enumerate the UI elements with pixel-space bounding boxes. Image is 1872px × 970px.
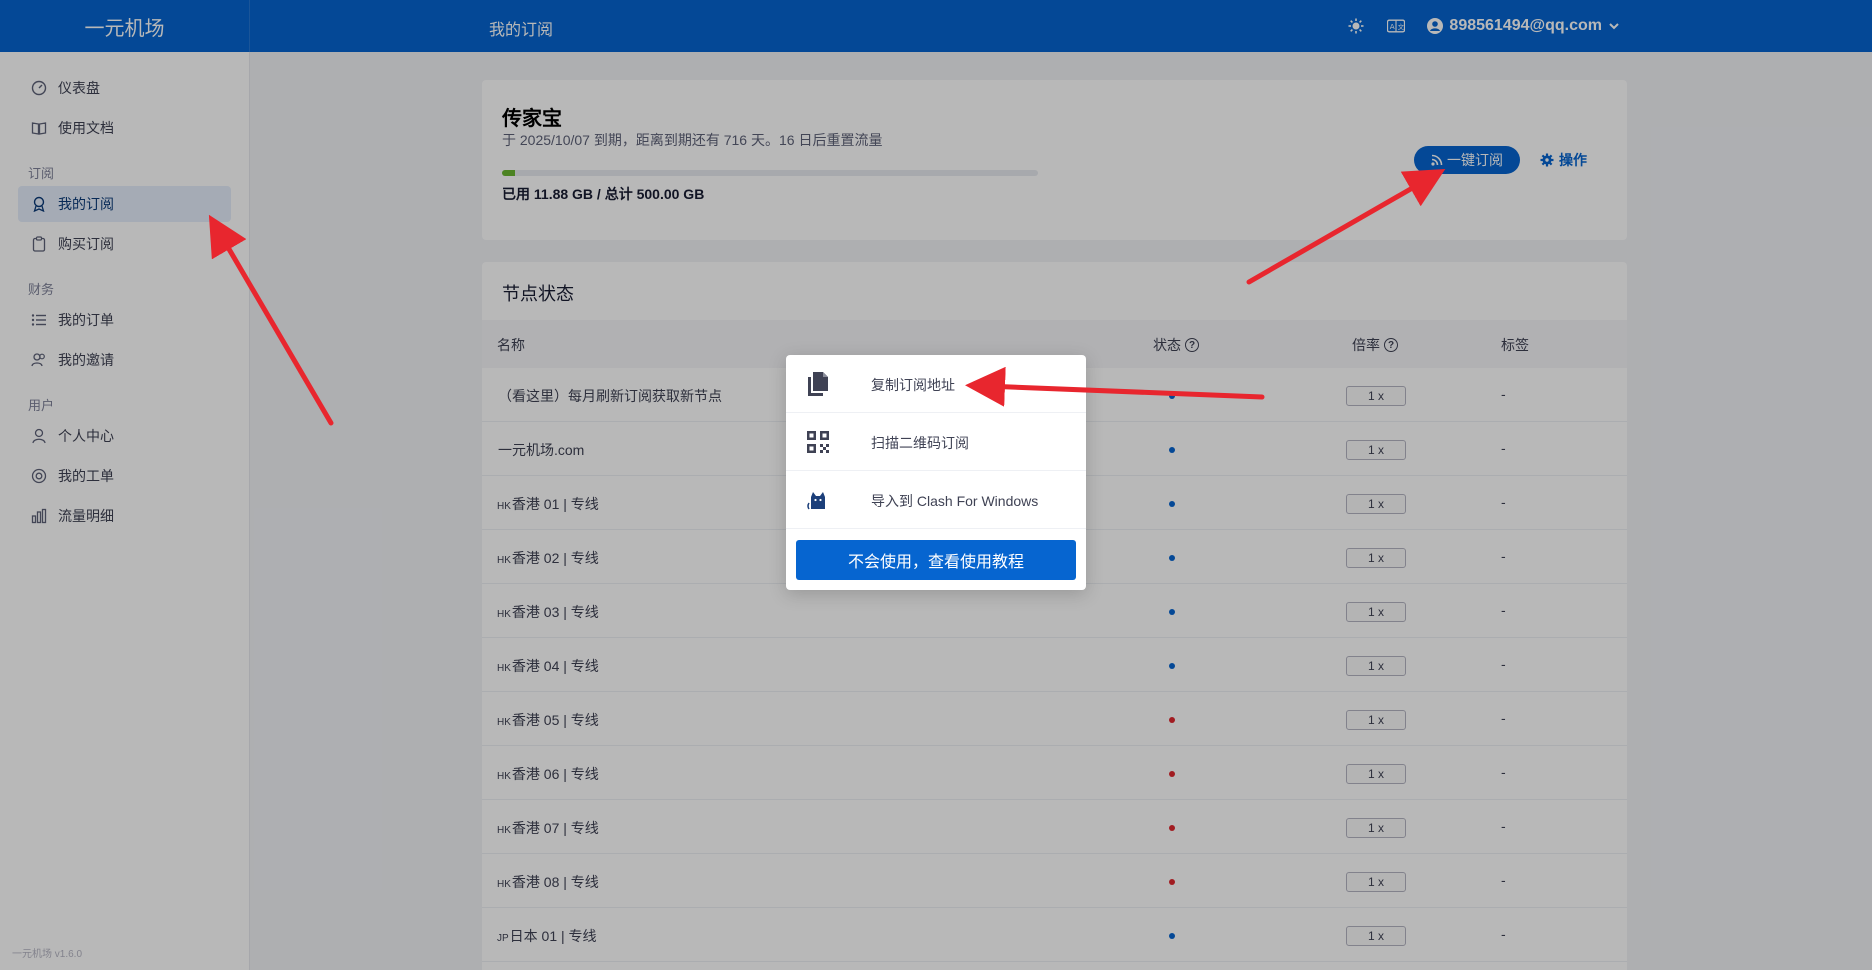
import-clash-item[interactable]: 导入到 Clash For Windows [786, 471, 1086, 529]
scan-qrcode-label: 扫描二维码订阅 [871, 435, 969, 451]
import-clash-label: 导入到 Clash For Windows [871, 493, 1039, 509]
clash-cat-icon [804, 486, 832, 514]
copy-icon [804, 370, 832, 398]
scan-qrcode-item[interactable]: 扫描二维码订阅 [786, 413, 1086, 471]
view-tutorial-button[interactable]: 不会使用，查看使用教程 [796, 540, 1076, 580]
subscribe-popup-menu: 复制订阅地址 扫描二维码订阅 导入到 Clash For Windows 不会使… [786, 355, 1086, 590]
copy-subscription-url-label: 复制订阅地址 [871, 377, 955, 393]
copy-subscription-url-item[interactable]: 复制订阅地址 [786, 355, 1086, 413]
qrcode-icon [804, 428, 832, 456]
